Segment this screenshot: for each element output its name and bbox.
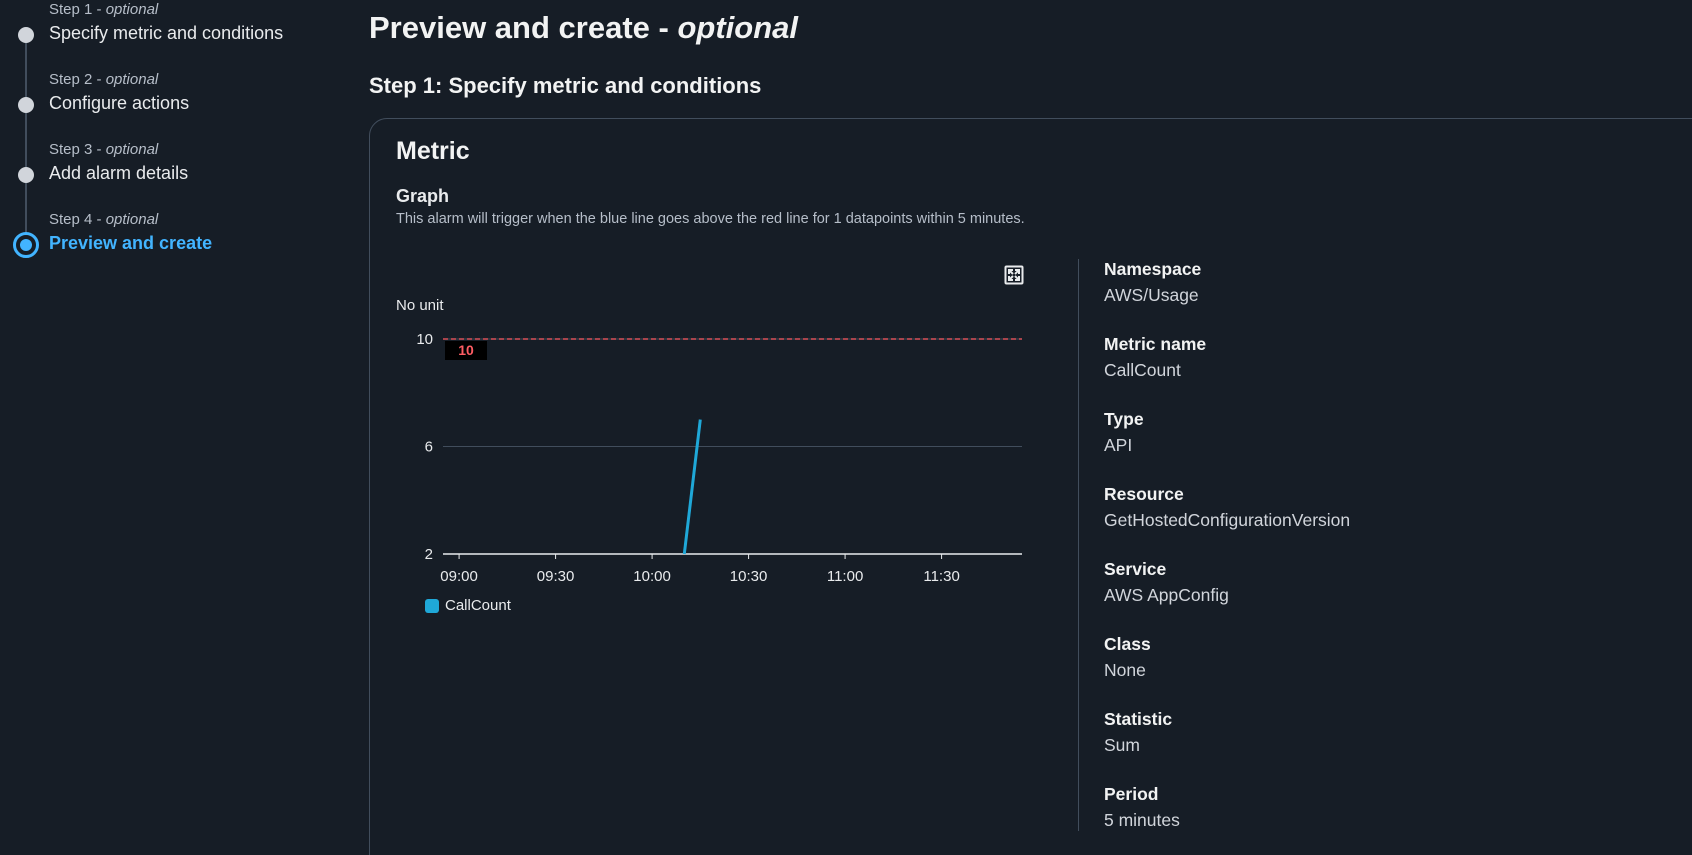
detail-key: Namespace <box>1104 259 1202 279</box>
section-title: Step 1: Specify metric and conditions <box>369 73 762 98</box>
step-4-label: Step 4 - optional <box>49 211 159 228</box>
step-4[interactable]: Step 4 - optional Preview and create <box>0 210 330 270</box>
x-tick-label: 09:30 <box>537 568 575 585</box>
y-tick-label: 6 <box>425 439 433 456</box>
step-2-dot-icon <box>18 97 34 113</box>
y-tick-label: 2 <box>425 546 433 563</box>
step-1-title[interactable]: Specify metric and conditions <box>49 23 283 44</box>
detail-metric-name: Metric name CallCount <box>1104 334 1206 381</box>
metric-card: Metric Graph This alarm will trigger whe… <box>369 118 1692 855</box>
wizard-stepper: Step 1 - optional Specify metric and con… <box>0 0 340 855</box>
detail-value: AWS AppConfig <box>1104 585 1229 605</box>
step-3[interactable]: Step 3 - optional Add alarm details <box>0 140 330 200</box>
step-2-title[interactable]: Configure actions <box>49 93 189 114</box>
detail-value: AWS/Usage <box>1104 285 1199 305</box>
detail-key: Resource <box>1104 484 1184 504</box>
x-tick-label: 11:00 <box>827 568 863 585</box>
detail-key: Service <box>1104 559 1167 579</box>
metric-chart: 10 6 2 09:00 09:30 10:00 10:30 11:00 11:30 10 <box>416 331 1022 585</box>
step-4-title[interactable]: Preview and create <box>49 233 212 254</box>
legend-label: CallCount <box>445 597 511 614</box>
detail-value: API <box>1104 435 1133 455</box>
legend-swatch <box>425 598 439 613</box>
detail-service: Service AWS AppConfig <box>1104 559 1229 606</box>
detail-class: Class None <box>1104 634 1151 681</box>
step-2[interactable]: Step 2 - optional Configure actions <box>0 70 330 130</box>
detail-value: 5 minutes <box>1104 810 1180 830</box>
step-3-label: Step 3 - optional <box>49 141 159 158</box>
x-tick-label: 10:00 <box>633 568 671 585</box>
detail-namespace: Namespace AWS/Usage <box>1104 259 1201 306</box>
step-3-title[interactable]: Add alarm details <box>49 163 188 184</box>
detail-period: Period 5 minutes <box>1104 784 1180 831</box>
detail-type: Type API <box>1104 409 1144 456</box>
step-3-dot-icon <box>18 167 34 183</box>
x-tick-label: 10:30 <box>730 568 768 585</box>
page-title: Preview and create - optional <box>369 10 798 45</box>
detail-statistic: Statistic Sum <box>1104 709 1172 756</box>
detail-key: Class <box>1104 634 1151 654</box>
detail-key: Type <box>1104 409 1144 429</box>
detail-key: Metric name <box>1104 334 1207 354</box>
detail-value: GetHostedConfigurationVersion <box>1104 510 1351 530</box>
detail-key: Statistic <box>1104 709 1173 729</box>
chart-legend[interactable]: CallCount <box>425 597 511 614</box>
step-1-dot-icon <box>18 27 34 43</box>
series-line-callcount <box>682 419 702 555</box>
page: Step 1 - optional Specify metric and con… <box>0 0 1692 855</box>
y-tick-label: 10 <box>416 331 433 348</box>
step-4-current-dot-icon <box>13 232 39 258</box>
detail-value: CallCount <box>1104 360 1181 380</box>
step-2-label: Step 2 - optional <box>49 71 159 88</box>
x-tick-label: 11:30 <box>923 568 959 585</box>
card-divider <box>1078 259 1079 831</box>
step-1[interactable]: Step 1 - optional Specify metric and con… <box>0 0 330 60</box>
detail-value: Sum <box>1104 735 1140 755</box>
detail-key: Period <box>1104 784 1159 804</box>
step-1-label: Step 1 - optional <box>49 1 159 18</box>
detail-value: None <box>1104 660 1146 680</box>
detail-resource: Resource GetHostedConfigurationVersion <box>1104 484 1350 531</box>
threshold-label: 10 <box>458 342 474 358</box>
x-tick-label: 09:00 <box>440 568 478 585</box>
